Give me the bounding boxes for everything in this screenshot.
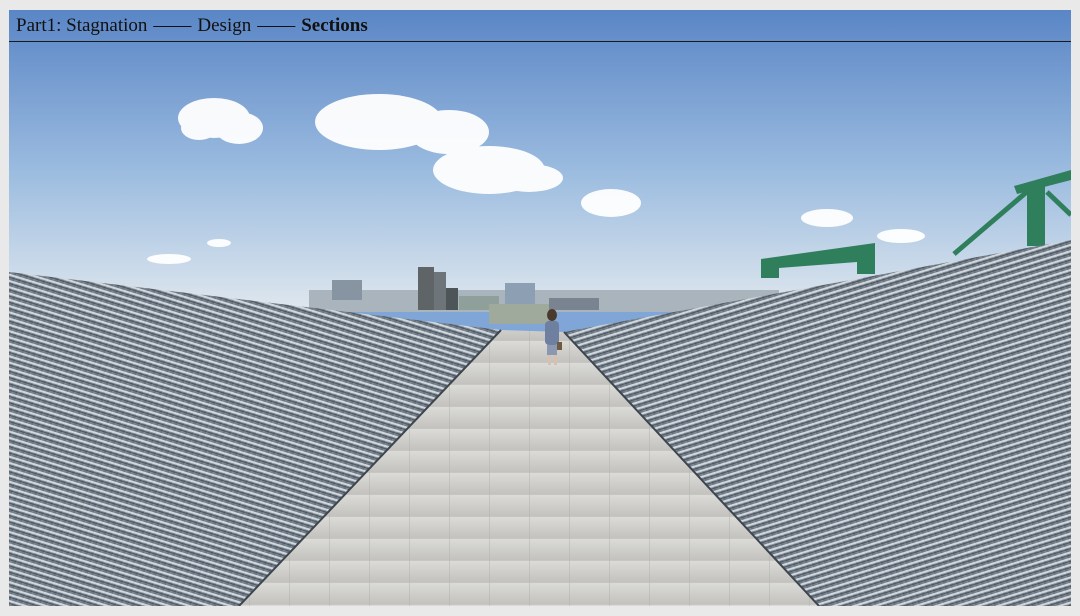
- breadcrumb-current: Sections: [301, 14, 368, 36]
- rooftop-walkway-render: [9, 10, 1071, 606]
- header-divider: [9, 41, 1071, 42]
- breadcrumb-section: Design: [197, 14, 252, 36]
- breadcrumb-separator: ——: [257, 14, 296, 36]
- breadcrumb-part: Part1: Stagnation: [16, 14, 148, 36]
- section-render-frame: Part1: Stagnation —— Design —— Sections: [9, 10, 1071, 606]
- sky: [9, 10, 1071, 310]
- breadcrumb: Part1: Stagnation —— Design —— Sections: [9, 10, 1071, 41]
- breadcrumb-separator: ——: [153, 14, 192, 36]
